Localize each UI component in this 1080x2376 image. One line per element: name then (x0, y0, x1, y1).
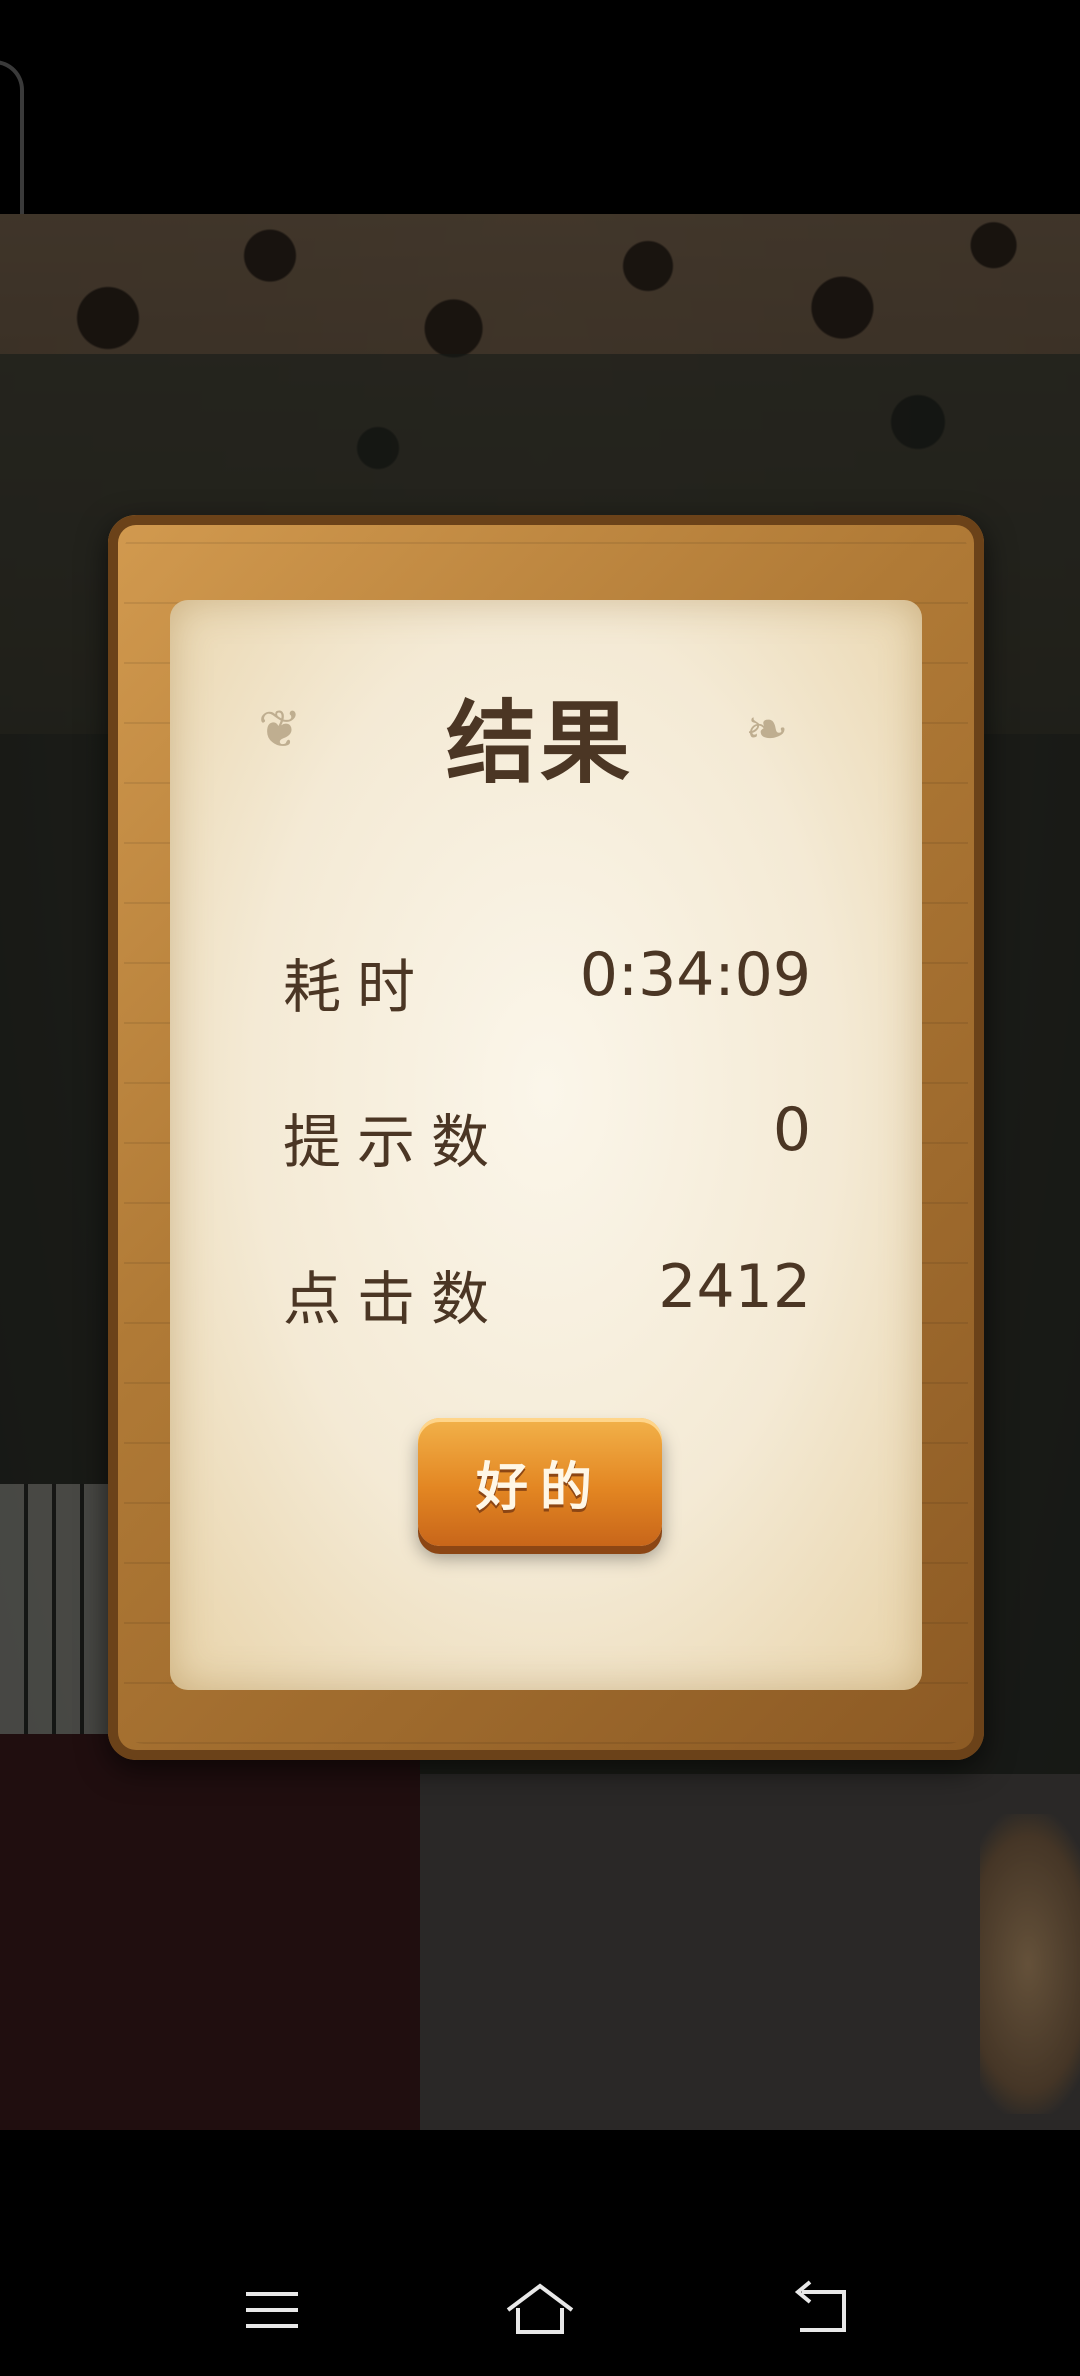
flourish-right-icon: ❧ (745, 700, 789, 760)
screen: ❦ ❧ 结果 耗时 0:34:09 提示数 0 点击数 2412 好的 (0, 0, 1080, 2376)
menu-icon[interactable] (232, 2270, 312, 2350)
hints-value: 0 (772, 1095, 811, 1165)
home-icon[interactable] (500, 2270, 580, 2350)
time-label: 耗时 (283, 953, 432, 1021)
result-row-time: 耗时 0:34:09 (283, 940, 811, 1021)
time-value: 0:34:09 (579, 940, 811, 1010)
dialog-title: 结果 (446, 691, 634, 796)
result-row-clicks: 点击数 2412 (283, 1252, 811, 1333)
top-black-bar (0, 0, 1080, 278)
hints-label: 提示数 (283, 1108, 506, 1176)
ok-button-label: 好的 (475, 1457, 604, 1518)
back-icon[interactable] (782, 2270, 862, 2350)
result-row-hints: 提示数 0 (283, 1095, 811, 1176)
clicks-label: 点击数 (283, 1265, 506, 1333)
flourish-left-icon: ❦ (258, 700, 302, 760)
ok-button[interactable]: 好的 (418, 1418, 662, 1546)
clicks-value: 2412 (658, 1252, 811, 1322)
